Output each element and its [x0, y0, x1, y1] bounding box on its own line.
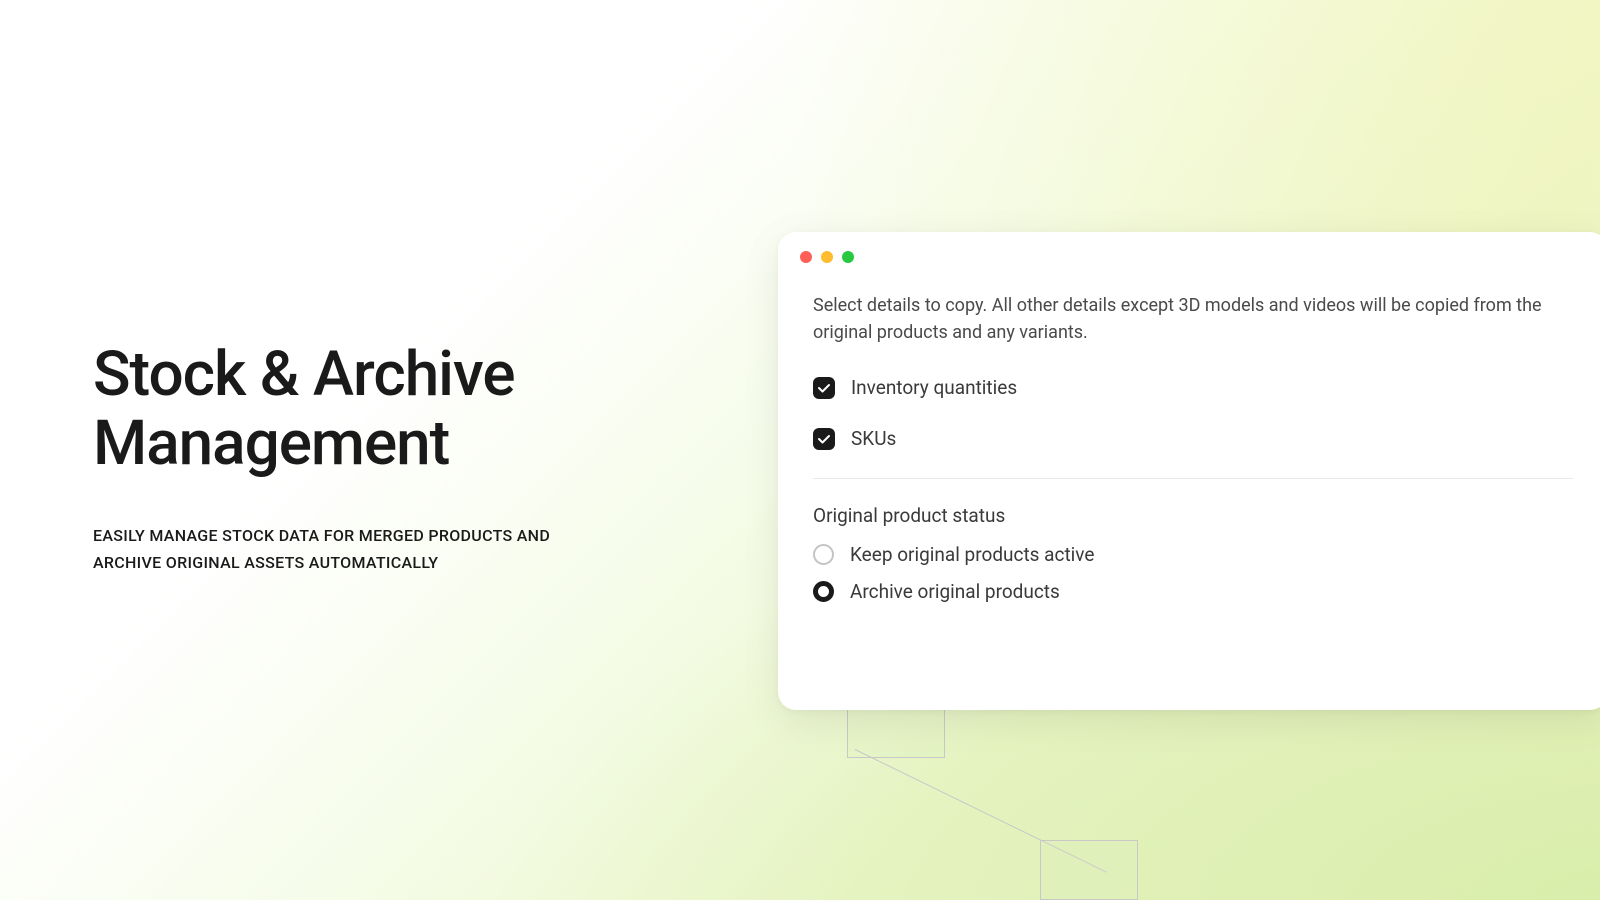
checkmark-icon	[817, 381, 831, 395]
subtitle-line-1: EASILY MANAGE STOCK DATA FOR MERGED PROD…	[93, 526, 550, 545]
section-divider	[813, 478, 1573, 479]
minimize-window-icon[interactable]	[821, 251, 833, 263]
radio-label: Archive original products	[850, 580, 1060, 603]
page-title: Stock & Archive Management	[93, 340, 550, 479]
checkmark-icon	[817, 432, 831, 446]
checkbox-label: Inventory quantities	[851, 376, 1017, 399]
checkbox-icon	[813, 428, 835, 450]
decorative-box	[847, 710, 945, 758]
decorative-box	[1040, 840, 1138, 900]
radio-label: Keep original products active	[850, 543, 1094, 566]
hero-text-block: Stock & Archive Management EASILY MANAGE…	[93, 340, 550, 576]
close-window-icon[interactable]	[800, 251, 812, 263]
original-status-label: Original product status	[813, 504, 1573, 527]
radio-icon	[813, 544, 834, 565]
checkbox-icon	[813, 377, 835, 399]
checkbox-label: SKUs	[851, 427, 896, 450]
title-line-1: Stock & Archive	[93, 338, 515, 411]
copy-details-description: Select details to copy. All other detail…	[813, 292, 1573, 346]
radio-archive-originals[interactable]: Archive original products	[813, 580, 1573, 603]
window-body: Select details to copy. All other detail…	[778, 282, 1600, 652]
window-traffic-lights	[778, 232, 1600, 282]
settings-window: Select details to copy. All other detail…	[778, 232, 1600, 710]
radio-icon	[813, 581, 834, 602]
page-subtitle: EASILY MANAGE STOCK DATA FOR MERGED PROD…	[93, 522, 550, 576]
checkbox-skus[interactable]: SKUs	[813, 427, 1573, 450]
subtitle-line-2: ARCHIVE ORIGINAL ASSETS AUTOMATICALLY	[93, 553, 438, 572]
radio-keep-active[interactable]: Keep original products active	[813, 543, 1573, 566]
checkbox-inventory-quantities[interactable]: Inventory quantities	[813, 376, 1573, 399]
title-line-2: Management	[93, 407, 449, 480]
maximize-window-icon[interactable]	[842, 251, 854, 263]
